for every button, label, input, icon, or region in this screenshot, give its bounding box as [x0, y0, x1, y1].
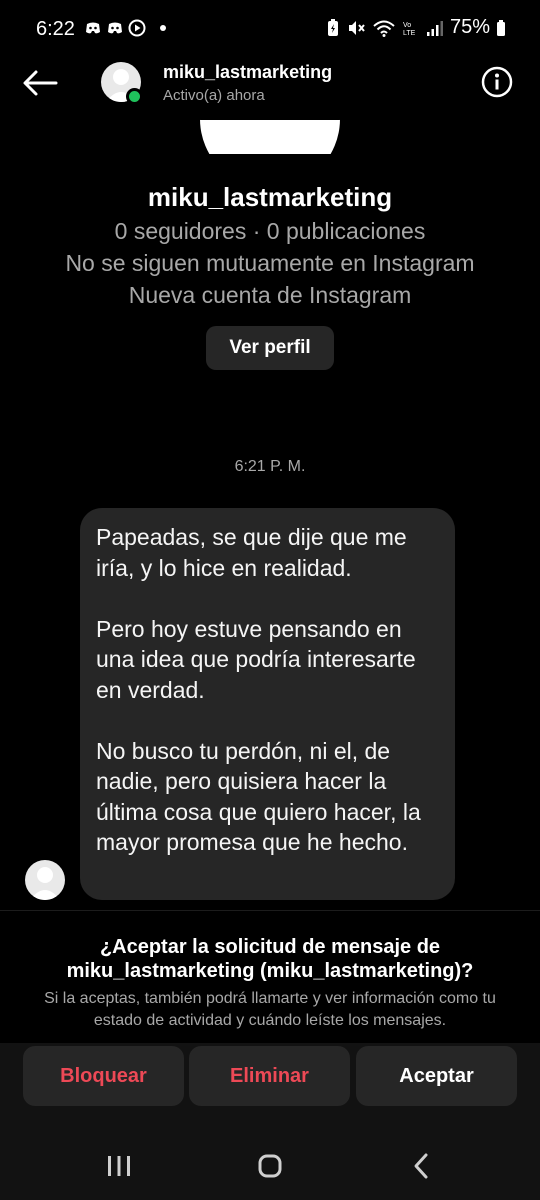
svg-text:LTE: LTE [403, 30, 416, 37]
sender-avatar[interactable] [25, 860, 65, 900]
profile-avatar [200, 119, 340, 154]
battery-saver-icon [327, 18, 338, 36]
system-nav-bar [0, 1130, 540, 1200]
play-circle-icon [128, 19, 146, 37]
wifi-icon [373, 20, 395, 37]
request-title: ¿Aceptar la solicitud de mensaje de miku… [66, 936, 474, 982]
back-nav-icon[interactable] [401, 1152, 441, 1182]
back-arrow-icon[interactable] [20, 68, 60, 98]
message-bubble[interactable]: Papeadas, se que dije que me iría, y lo … [80, 508, 455, 900]
delete-button[interactable]: Eliminar [189, 1046, 350, 1106]
volte-icon: VoLTE [403, 22, 416, 37]
view-profile-button[interactable]: Ver perfil [206, 326, 334, 370]
signal-icon [426, 20, 443, 36]
system-icons: Vo LTE 75% [326, 16, 506, 39]
notification-icons [84, 19, 166, 37]
svg-text:Vo: Vo [403, 22, 411, 29]
online-indicator [126, 88, 143, 105]
profile-name: miku_lastmarketing [147, 182, 393, 212]
accept-button[interactable]: Aceptar [356, 1046, 517, 1106]
message-timestamp: 6:21 P. M. [234, 458, 306, 475]
request-description: Si la aceptas, también podrá llamarte y … [44, 990, 496, 1029]
profile-mutual-status: No se siguen mutuamente en Instagram [65, 250, 475, 276]
divider [0, 910, 540, 911]
profile-stats: 0 seguidores · 0 publicaciones [114, 218, 426, 244]
default-avatar-icon [30, 867, 60, 900]
profile-account-note: Nueva cuenta de Instagram [128, 282, 412, 308]
status-time: 6:22 [36, 18, 75, 40]
message-text: Papeadas, se que dije que me iría, y lo … [96, 524, 421, 855]
battery-icon [497, 19, 505, 36]
more-notifications-dot [160, 25, 166, 31]
home-icon[interactable] [250, 1152, 290, 1182]
block-button[interactable]: Bloquear [23, 1046, 184, 1106]
discord-icon [86, 22, 100, 34]
mute-icon [348, 20, 365, 35]
battery-percent: 75% [449, 16, 490, 38]
discord-icon [108, 22, 122, 34]
recent-apps-icon[interactable] [99, 1152, 139, 1182]
info-icon[interactable] [481, 66, 513, 98]
